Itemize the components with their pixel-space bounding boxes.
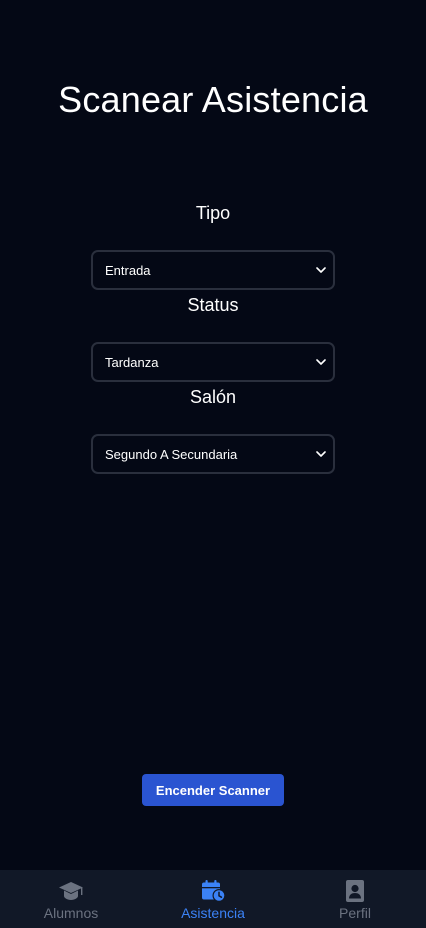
nav-item-alumnos[interactable]: Alumnos <box>0 870 142 928</box>
page-title: Scanear Asistencia <box>58 79 368 120</box>
tipo-label: Tipo <box>195 203 231 223</box>
tipo-select[interactable]: Entrada <box>91 250 335 290</box>
tipo-select-value: Entrada <box>105 262 151 278</box>
status-select[interactable]: Tardanza <box>91 342 335 382</box>
graduation-cap-icon <box>58 878 84 904</box>
status-label: Status <box>187 295 239 315</box>
calendar-clock-icon <box>200 878 226 904</box>
bottom-nav: Alumnos Asistencia Perfil <box>0 870 426 928</box>
nav-label-alumnos: Alumnos <box>43 905 99 921</box>
encender-scanner-button[interactable]: Encender Scanner <box>142 774 284 806</box>
chevron-down-icon <box>315 356 327 368</box>
nav-label-perfil: Perfil <box>339 905 371 921</box>
nav-label-asistencia: Asistencia <box>181 905 245 921</box>
status-select-value: Tardanza <box>105 354 159 370</box>
salon-select-value: Segundo A Secundaria <box>105 446 238 462</box>
chevron-down-icon <box>315 448 327 460</box>
salon-select[interactable]: Segundo A Secundaria <box>91 434 335 474</box>
salon-label: Salón <box>189 387 237 407</box>
nav-item-asistencia[interactable]: Asistencia <box>142 870 284 928</box>
profile-badge-icon <box>344 878 366 904</box>
nav-item-perfil[interactable]: Perfil <box>284 870 426 928</box>
chevron-down-icon <box>315 264 327 276</box>
